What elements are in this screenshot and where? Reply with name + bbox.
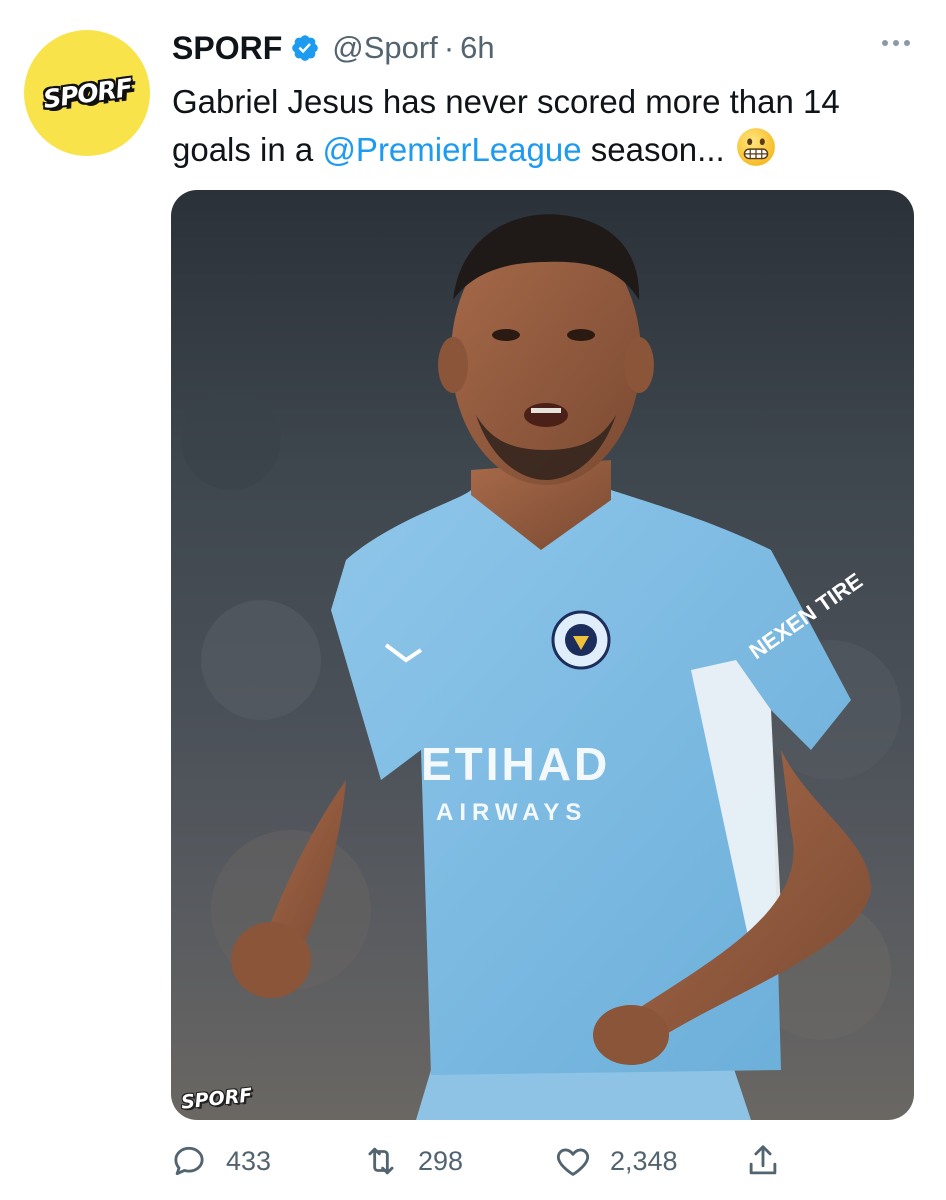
heart-icon — [556, 1148, 590, 1176]
retweet-button[interactable]: 298 — [362, 1135, 463, 1187]
like-count: 2,348 — [610, 1145, 678, 1176]
mention-link[interactable]: @PremierLeague — [322, 131, 581, 168]
more-options-icon[interactable] — [882, 40, 910, 46]
more-dot — [893, 40, 899, 46]
reply-count: 433 — [226, 1145, 272, 1176]
reply-button[interactable]: 433 — [170, 1135, 271, 1187]
sponsor-text-airways: AIRWAYS — [436, 799, 587, 826]
grimacing-face-emoji-icon — [736, 128, 775, 166]
reply-icon — [174, 1146, 204, 1176]
tweet-text-part2: season... — [581, 131, 725, 168]
tweet-text: Gabriel Jesus has never scored more than… — [172, 78, 922, 174]
display-name[interactable]: SPORF — [172, 30, 282, 67]
like-button[interactable]: 2,348 — [554, 1135, 678, 1187]
handle[interactable]: @Sporf — [332, 30, 438, 66]
more-dot — [882, 40, 888, 46]
sponsor-text-etihad: ETIHAD — [421, 738, 610, 790]
share-button[interactable] — [744, 1135, 782, 1187]
tweet-header: SPORF @Sporf · 6h — [172, 28, 495, 68]
timestamp[interactable]: 6h — [460, 30, 494, 66]
verified-badge-icon — [292, 35, 319, 61]
tweet-image[interactable]: ETIHAD AIRWAYS NEXEN TIRE SPORF — [171, 190, 914, 1120]
player-photo-illustration: ETIHAD AIRWAYS NEXEN TIRE — [181, 214, 901, 1120]
retweet-icon — [368, 1147, 394, 1175]
share-icon — [749, 1145, 777, 1175]
avatar-logo-text: SPORF — [40, 72, 134, 114]
avatar[interactable]: SPORF — [24, 30, 150, 156]
retweet-count: 298 — [418, 1145, 464, 1176]
more-dot — [904, 40, 910, 46]
tweet-actions: 433 298 2,348 — [170, 1135, 790, 1187]
separator-dot: · — [443, 30, 455, 65]
